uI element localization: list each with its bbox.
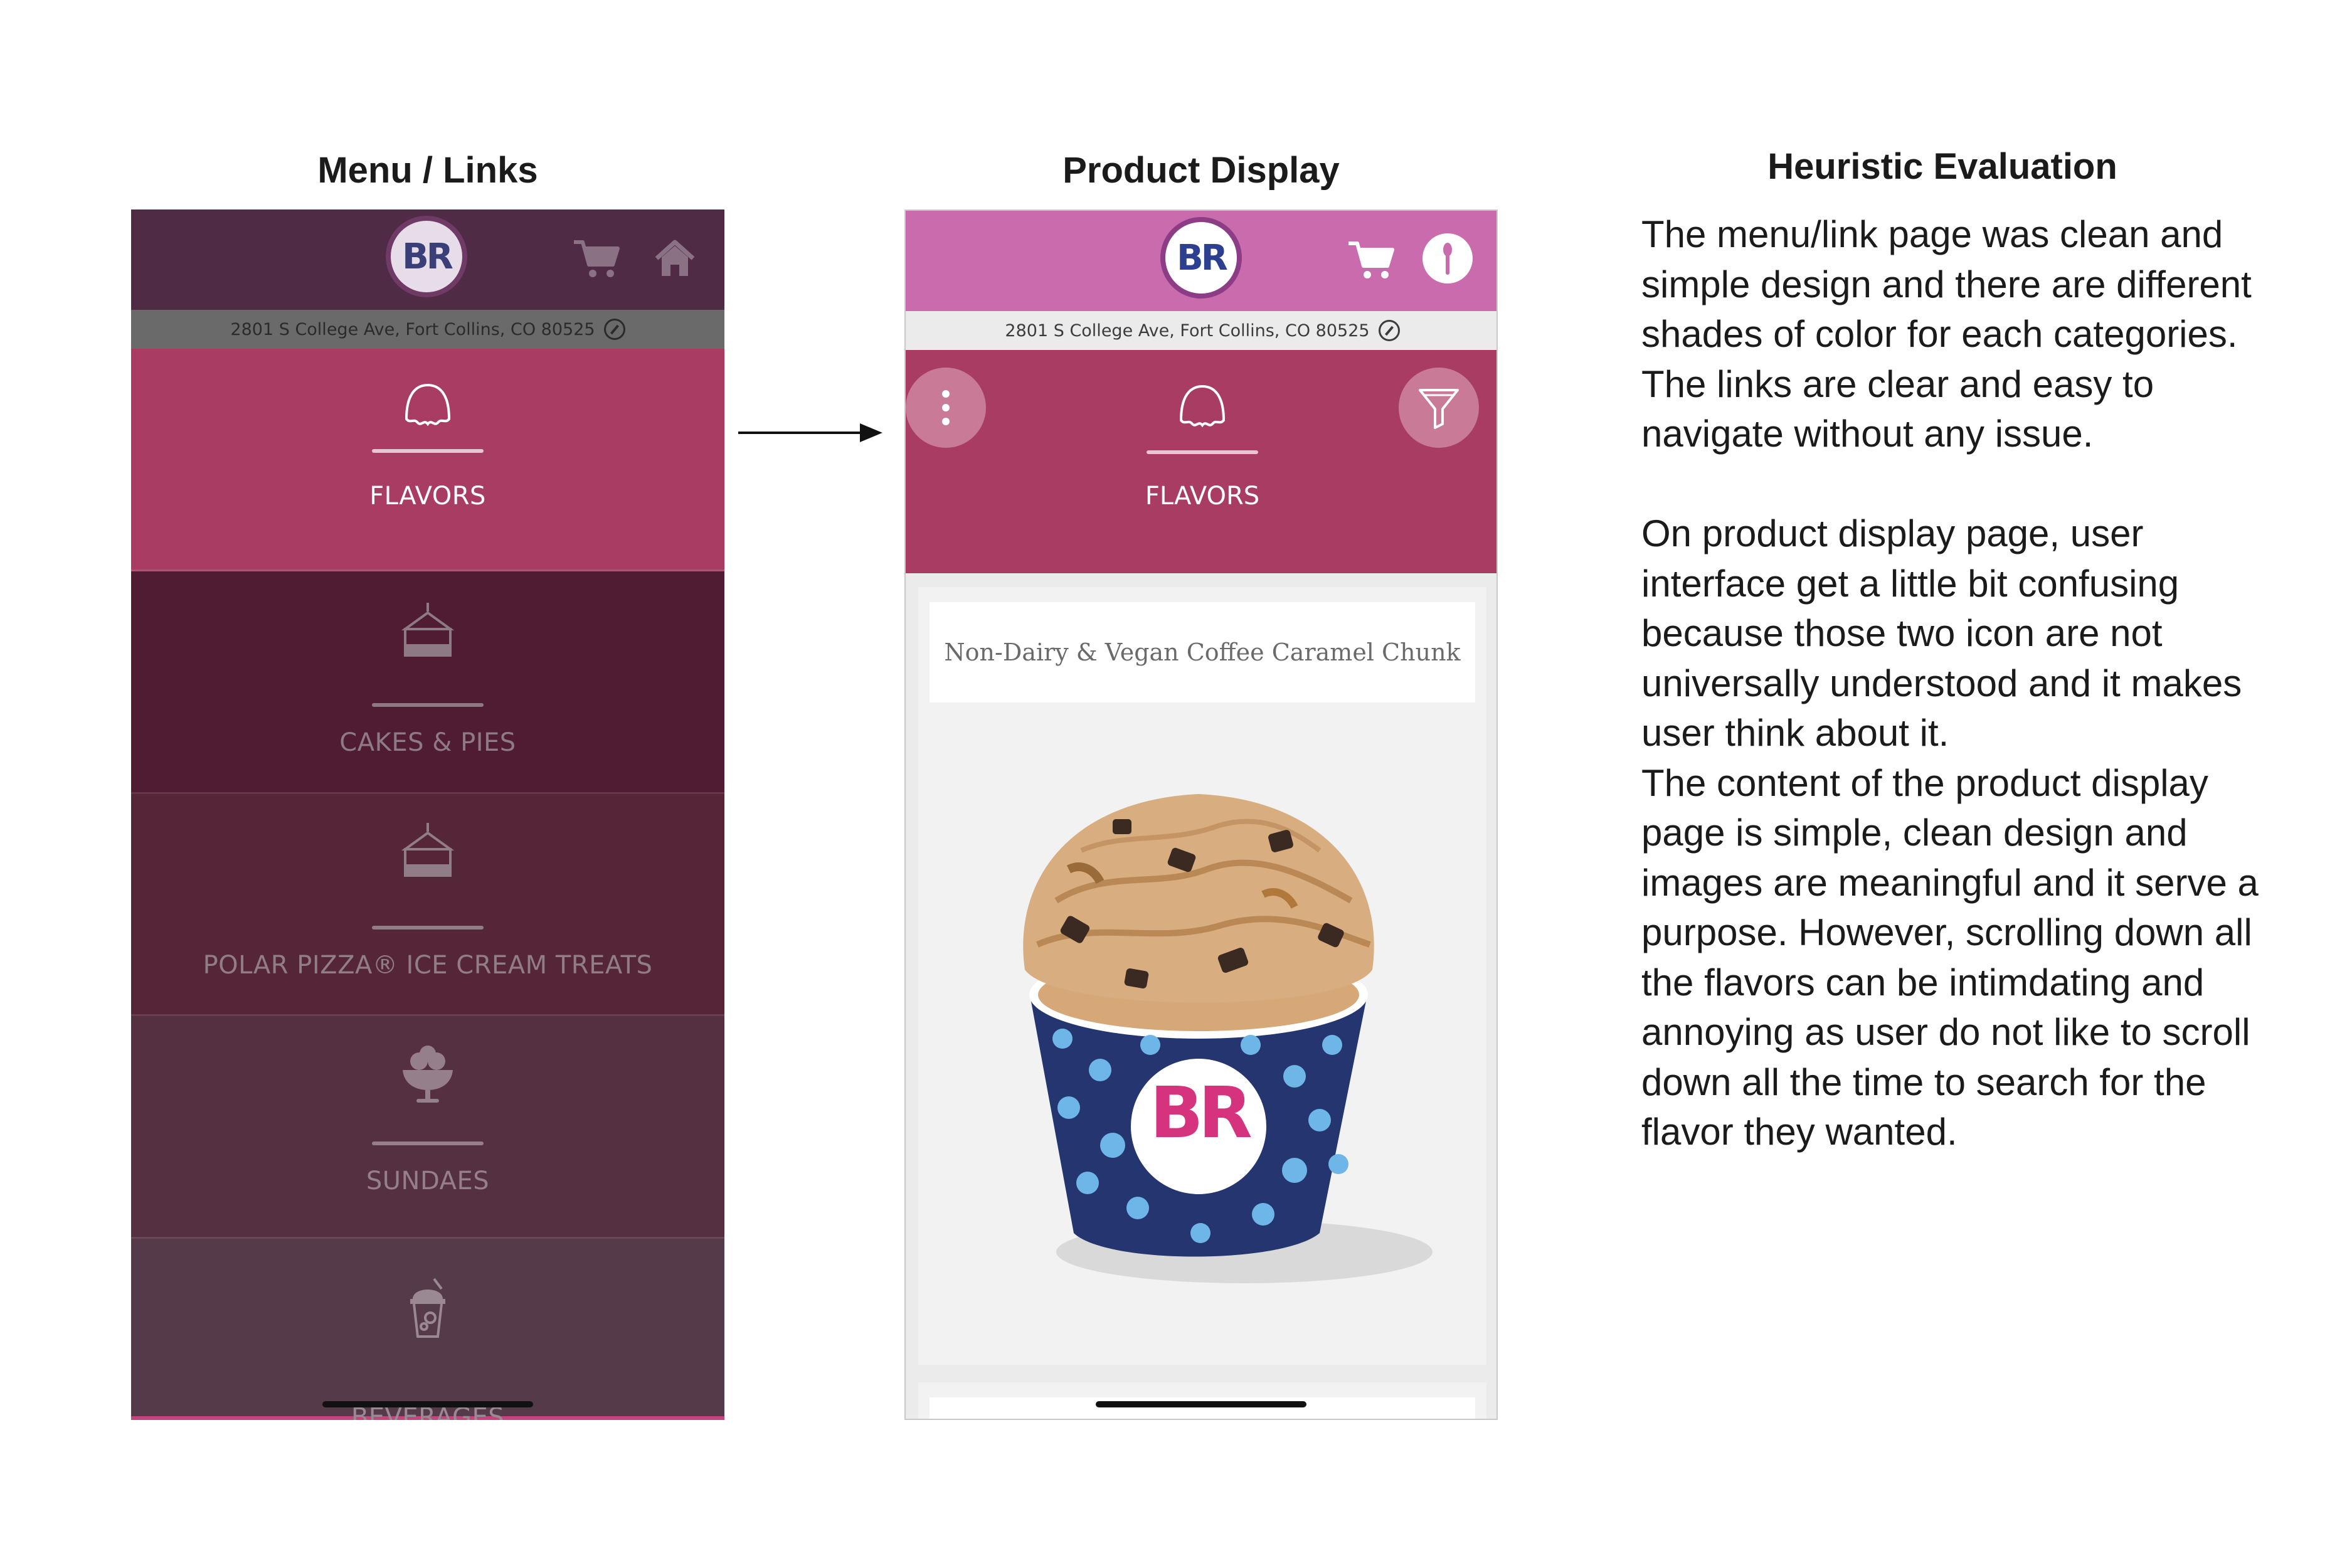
category-header: FLAVORS	[906, 350, 1496, 573]
menu-tile-beverages[interactable]: BEVERAGES	[131, 1239, 724, 1420]
text-line: the flavors can be intimdating and	[1641, 961, 2205, 1004]
text-line: The menu/link page was clean and	[1641, 213, 2223, 255]
text-line: shades of color for each categories.	[1641, 313, 2238, 355]
arrow-right-icon	[738, 423, 882, 442]
tile-underline	[372, 1142, 484, 1145]
spoon-icon[interactable]	[1421, 232, 1474, 285]
text-line: The content of the product display	[1641, 761, 2208, 804]
text-line: The links are clear and easy to	[1641, 363, 2154, 405]
tile-underline	[372, 703, 484, 707]
compass-icon[interactable]	[1378, 320, 1400, 341]
product-name: Non-Dairy & Vegan Coffee Caramel Chunk	[944, 638, 1461, 666]
text-line: down all the time to search for the	[1641, 1061, 2206, 1103]
ice-cream-cup-image	[1023, 794, 1433, 1283]
product-display-heading: Product Display	[1062, 150, 1340, 191]
tile-underline	[372, 926, 484, 930]
filter-button[interactable]	[1399, 368, 1479, 448]
compass-icon[interactable]	[603, 319, 625, 340]
home-indicator[interactable]	[1096, 1401, 1306, 1407]
cart-icon[interactable]	[1346, 238, 1396, 282]
text-line: On product display page, user	[1641, 512, 2144, 554]
home-indicator[interactable]	[322, 1401, 533, 1407]
filter-funnel-icon	[1419, 389, 1459, 429]
product-card[interactable]: Non-Dairy & Vegan Coffee Caramel Chunk B…	[918, 587, 1486, 1365]
cup-br-logo: BR	[1150, 1073, 1253, 1154]
menu-top-bar: BR	[131, 209, 724, 310]
tile-label-sundaes: SUNDAES	[366, 1167, 490, 1195]
menu-links-heading: Menu / Links	[317, 150, 538, 191]
category-label: FLAVORS	[1145, 482, 1260, 511]
text-line: interface get a little bit confusing	[1641, 562, 2180, 605]
more-vertical-icon	[942, 390, 950, 425]
menu-address-bar[interactable]: 2801 S College Ave, Fort Collins, CO 805…	[131, 310, 724, 349]
pizza-slice-icon	[401, 823, 455, 877]
br-logo[interactable]: BR	[1160, 217, 1242, 299]
text-line: purpose. However, scrolling down all	[1641, 911, 2252, 953]
text-line: universally understood and it makes	[1641, 662, 2242, 704]
heuristic-evaluation-heading: Heuristic Evaluation	[1767, 146, 2117, 187]
text-line: user think about it.	[1641, 712, 1949, 754]
product-address-bar[interactable]: 2801 S College Ave, Fort Collins, CO 805…	[906, 311, 1496, 350]
product-top-bar: BR	[906, 211, 1496, 311]
tile-label-cakes-pies: CAKES & PIES	[339, 728, 516, 757]
menu-tile-sundaes[interactable]: SUNDAES	[131, 1016, 724, 1239]
menu-tile-polar-pizza[interactable]: POLAR PIZZA® ICE CREAM TREATS	[131, 794, 724, 1016]
text-line: navigate without any issue.	[1641, 413, 2094, 455]
menu-tile-cakes-pies[interactable]: CAKES & PIES	[131, 571, 724, 794]
beverage-cup-icon	[410, 1278, 445, 1338]
text-line: page is simple, clean design and	[1641, 812, 2188, 854]
cake-slice-icon	[401, 603, 455, 657]
store-address: 2801 S College Ave, Fort Collins, CO 805…	[230, 319, 595, 339]
br-logo[interactable]: BR	[386, 216, 467, 297]
br-logo-text: BR	[402, 236, 453, 277]
sundae-cup-icon	[403, 1046, 453, 1103]
product-display-screen: BR 2801 S College Ave, Fort Collins, CO …	[904, 209, 1498, 1420]
text-line: images are meaningful and it serve a	[1641, 861, 2259, 904]
text-line: because those two icon are not	[1641, 612, 2163, 654]
evaluation-paragraph-1: The menu/link page was clean and simple …	[1641, 209, 2281, 459]
store-address: 2801 S College Ave, Fort Collins, CO 805…	[1005, 320, 1370, 341]
category-underline	[1147, 450, 1258, 454]
cart-icon[interactable]	[571, 237, 622, 281]
text-line: flavor they wanted.	[1641, 1111, 1957, 1153]
tile-label-flavors: FLAVORS	[369, 482, 486, 511]
product-name-box: Non-Dairy & Vegan Coffee Caramel Chunk	[930, 602, 1475, 702]
ice-cream-scoop-icon	[405, 383, 451, 426]
home-icon[interactable]	[653, 237, 697, 281]
text-line: annoying as user do not like to scroll	[1641, 1011, 2250, 1053]
tile-underline	[372, 449, 484, 453]
menu-links-screen: BR 2801 S College Ave, Fort Collins, CO …	[131, 209, 724, 1420]
ice-cream-scoop-icon	[1179, 384, 1226, 428]
tile-label-polar-pizza: POLAR PIZZA® ICE CREAM TREATS	[203, 951, 653, 980]
evaluation-paragraph-2: On product display page, user interface …	[1641, 509, 2281, 1157]
menu-tile-flavors[interactable]: FLAVORS	[131, 349, 724, 571]
text-line: simple design and there are different	[1641, 263, 2252, 305]
more-menu-button[interactable]	[906, 368, 986, 448]
br-logo-text: BR	[1177, 237, 1228, 278]
